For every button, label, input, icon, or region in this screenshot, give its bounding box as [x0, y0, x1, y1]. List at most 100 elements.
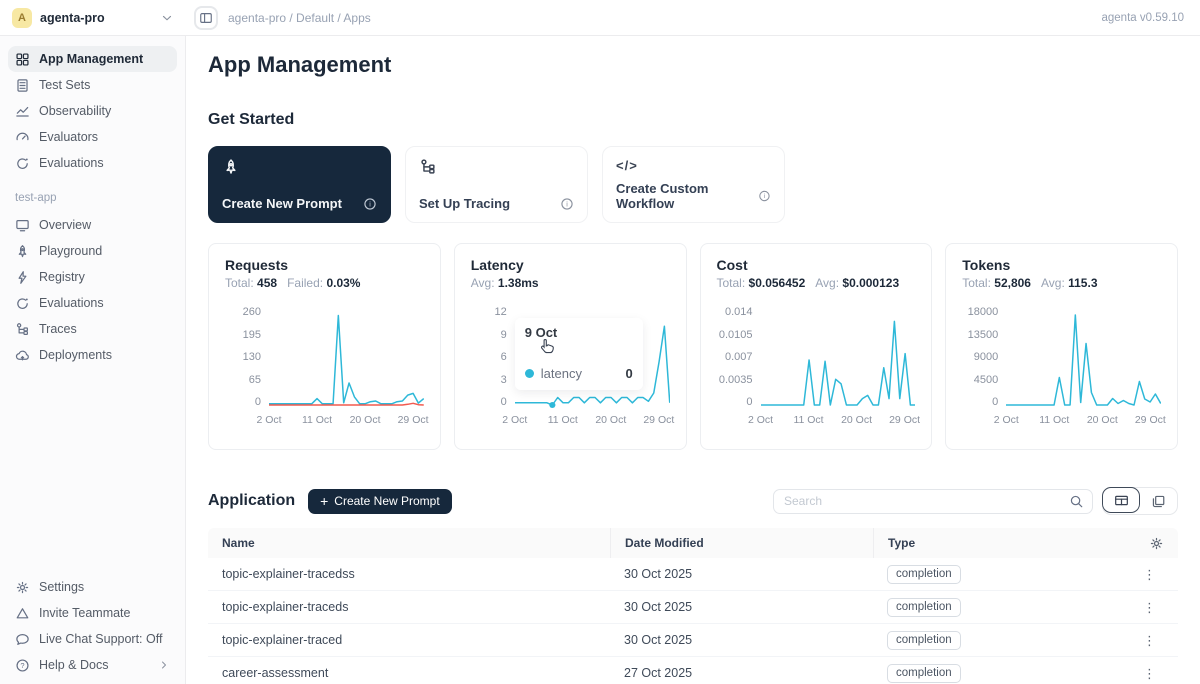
latency-chart-card: Latency Avg: 1.38ms 1296302 Oct11 Oct20 … — [454, 243, 687, 450]
tokens-chart-card: Tokens Total: 52,806 Avg: 115.3 18000135… — [945, 243, 1178, 450]
card-label: Create New Prompt — [222, 196, 342, 211]
table-header-row: Name Date Modified Type — [208, 528, 1178, 558]
tree-icon — [15, 322, 30, 337]
sidebar-item-settings[interactable]: Settings — [8, 574, 177, 600]
cost-chart[interactable]: 0.0140.01050.0070.003502 Oct11 Oct20 Oct… — [717, 306, 916, 430]
set-up-tracing-card[interactable]: Set Up Tracing i — [405, 146, 588, 223]
workspace-avatar: A — [12, 8, 32, 28]
sidebar-toggle-icon — [199, 11, 213, 25]
create-new-prompt-card[interactable]: Create New Prompt i — [208, 146, 391, 223]
app-date-modified: 30 Oct 2025 — [610, 600, 873, 614]
row-menu-icon[interactable]: ⋮ — [1143, 601, 1156, 614]
row-menu-icon[interactable]: ⋮ — [1143, 634, 1156, 647]
info-icon[interactable]: i — [560, 197, 574, 211]
type-badge: completion — [887, 598, 961, 617]
sidebar-item-help-docs[interactable]: ? Help & Docs — [8, 652, 177, 678]
code-icon: </> — [616, 158, 634, 176]
sidebar-item-test-sets[interactable]: Test Sets — [8, 72, 177, 98]
tooltip-series: latency — [541, 366, 582, 381]
column-header-type[interactable]: Type — [873, 528, 1090, 558]
sidebar-item-label: Invite Teammate — [39, 606, 130, 620]
search-icon[interactable] — [1069, 494, 1084, 509]
series-dot — [525, 369, 534, 378]
card-label: Create Custom Workflow — [616, 181, 758, 211]
sidebar-item-app-management[interactable]: App Management — [8, 46, 177, 72]
tooltip-value: 0 — [626, 366, 633, 381]
sidebar-item-label: Settings — [39, 580, 84, 594]
metric-charts: Requests Total: 458 Failed: 0.03% 260195… — [208, 243, 1178, 450]
plus-icon: + — [320, 493, 328, 509]
sidebar-item-label: Registry — [39, 270, 85, 284]
card-label: Set Up Tracing — [419, 196, 510, 211]
create-new-prompt-button[interactable]: + Create New Prompt — [308, 489, 452, 514]
get-started-heading: Get Started — [208, 111, 1178, 129]
svg-text:i: i — [369, 201, 371, 208]
search-input[interactable] — [773, 489, 1093, 514]
requests-chart[interactable]: 2601951306502 Oct11 Oct20 Oct29 Oct — [225, 306, 424, 430]
application-header: Application + Create New Prompt — [208, 487, 1178, 515]
monitor-icon — [15, 218, 30, 233]
column-header-name[interactable]: Name — [208, 528, 610, 558]
sidebar-item-observability[interactable]: Observability — [8, 98, 177, 124]
question-circle-icon: ? — [15, 658, 30, 673]
sidebar-item-evaluations[interactable]: Evaluations — [8, 150, 177, 176]
info-icon[interactable]: i — [758, 189, 771, 203]
sidebar-item-evaluations-project[interactable]: Evaluations — [8, 290, 177, 316]
gauge-icon — [15, 130, 30, 145]
column-header-date-modified[interactable]: Date Modified — [610, 528, 873, 558]
create-custom-workflow-card[interactable]: </> Create Custom Workflow i — [602, 146, 785, 223]
app-date-modified: 30 Oct 2025 — [610, 633, 873, 647]
sidebar-footer: Settings Invite Teammate Live Chat Suppo… — [0, 574, 185, 678]
sidebar-item-label: Overview — [39, 218, 91, 232]
table-row[interactable]: topic-explainer-tracedss 30 Oct 2025 com… — [208, 558, 1178, 591]
test-sets-icon — [15, 78, 30, 93]
lightning-icon — [15, 270, 30, 285]
sidebar-item-label: Evaluations — [39, 296, 104, 310]
type-badge: completion — [887, 664, 961, 683]
requests-chart-card: Requests Total: 458 Failed: 0.03% 260195… — [208, 243, 441, 450]
grid-icon — [15, 52, 30, 67]
card-view-button[interactable] — [1139, 488, 1177, 514]
sidebar-item-evaluators[interactable]: Evaluators — [8, 124, 177, 150]
button-label: Create New Prompt — [334, 494, 439, 508]
app-date-modified: 27 Oct 2025 — [610, 666, 873, 680]
view-toggle — [1102, 487, 1178, 515]
table-view-button[interactable] — [1102, 487, 1140, 513]
sidebar-project-label: test-app — [0, 192, 185, 204]
line-chart-icon — [15, 104, 30, 119]
sidebar-item-label: Help & Docs — [39, 658, 108, 672]
sidebar-item-label: Live Chat Support: Off — [39, 632, 162, 646]
gear-icon — [15, 580, 30, 595]
sidebar-item-label: Test Sets — [39, 78, 90, 92]
app-date-modified: 30 Oct 2025 — [610, 567, 873, 581]
chart-tooltip: 9 Oct latency 0 — [515, 318, 643, 390]
row-menu-icon[interactable]: ⋮ — [1143, 667, 1156, 680]
sidebar-item-traces[interactable]: Traces — [8, 316, 177, 342]
chart-title: Requests — [225, 257, 424, 273]
sidebar-item-playground[interactable]: Playground — [8, 238, 177, 264]
triangle-icon — [15, 606, 30, 621]
tokens-chart[interactable]: 18000135009000450002 Oct11 Oct20 Oct29 O… — [962, 306, 1161, 430]
sidebar-item-label: Evaluations — [39, 156, 104, 170]
row-menu-icon[interactable]: ⋮ — [1143, 568, 1156, 581]
cloud-icon — [15, 348, 30, 363]
table-row[interactable]: topic-explainer-traceds 30 Oct 2025 comp… — [208, 591, 1178, 624]
refresh-icon — [15, 156, 30, 171]
application-heading: Application — [208, 492, 295, 510]
sidebar-item-deployments[interactable]: Deployments — [8, 342, 177, 368]
sidebar-item-label: Evaluators — [39, 130, 98, 144]
sidebar-item-overview[interactable]: Overview — [8, 212, 177, 238]
workspace-switcher[interactable]: A agenta-pro — [0, 8, 186, 28]
sidebar-item-live-chat[interactable]: Live Chat Support: Off — [8, 626, 177, 652]
info-icon[interactable]: i — [363, 197, 377, 211]
svg-text:?: ? — [20, 661, 24, 670]
table-row[interactable]: topic-explainer-traced 30 Oct 2025 compl… — [208, 624, 1178, 657]
table-row[interactable]: career-assessment 27 Oct 2025 completion… — [208, 657, 1178, 684]
sidebar-item-registry[interactable]: Registry — [8, 264, 177, 290]
table-settings-gear-icon[interactable] — [1149, 536, 1164, 551]
chevron-right-icon — [158, 659, 170, 671]
sidebar-item-invite-teammate[interactable]: Invite Teammate — [8, 600, 177, 626]
sidebar-toggle-button[interactable] — [194, 6, 218, 30]
chevron-down-icon — [160, 11, 174, 25]
applications-table: Name Date Modified Type topic-explainer-… — [208, 528, 1178, 684]
